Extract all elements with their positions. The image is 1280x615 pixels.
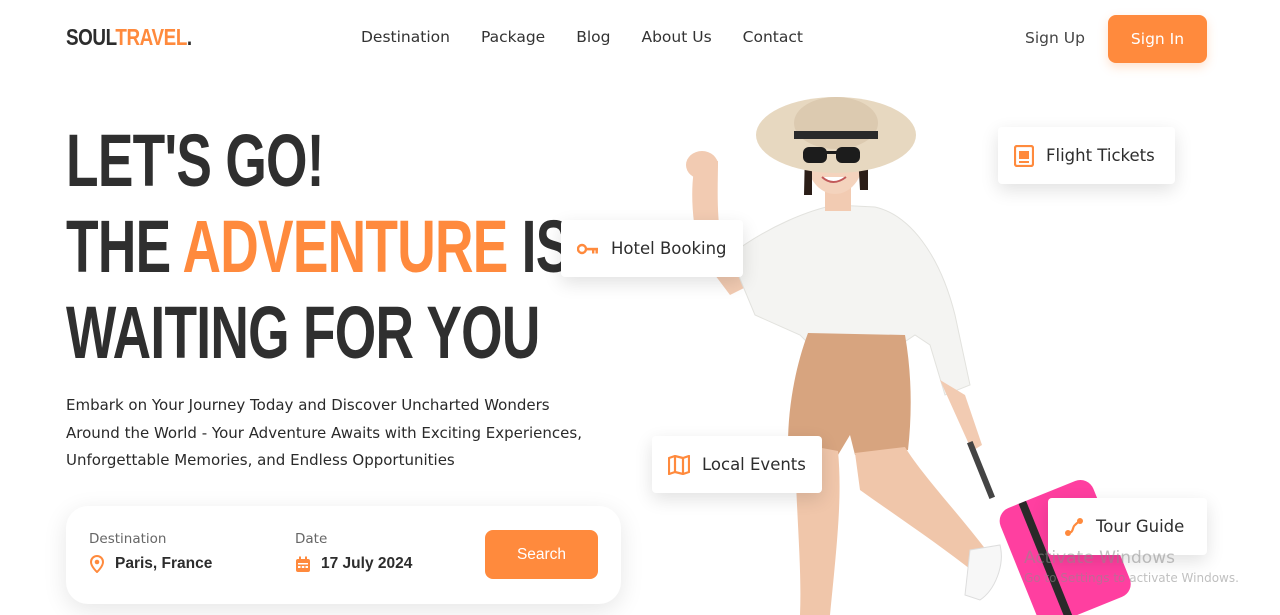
map-icon [668, 454, 690, 475]
flight-tickets-label: Flight Tickets [1046, 146, 1155, 165]
destination-label: Destination [89, 531, 167, 547]
nav-blog[interactable]: Blog [576, 28, 610, 46]
search-button[interactable]: Search [485, 530, 598, 579]
brand-logo-part2: TRAVEL [115, 24, 187, 50]
brand-logo[interactable]: SOULTRAVEL. [66, 24, 192, 51]
nav-package[interactable]: Package [481, 28, 545, 46]
activate-windows-watermark: Activate Windows Go to Settings to activ… [1024, 548, 1239, 585]
description-line-1: Embark on Your Journey Today and Discove… [66, 396, 550, 414]
hotel-booking-label: Hotel Booking [611, 239, 727, 258]
nav-about-us[interactable]: About Us [641, 28, 711, 46]
hero-line-3: WAITING FOR YOU [66, 291, 540, 374]
sign-up-link[interactable]: Sign Up [1025, 29, 1085, 47]
hero-description: Embark on Your Journey Today and Discove… [66, 392, 626, 475]
search-card: Destination Paris, France Date 17 July 2… [66, 506, 621, 604]
destination-value: Paris, France [115, 555, 213, 572]
route-icon [1065, 517, 1083, 536]
brand-logo-dot: . [186, 24, 192, 50]
local-events-badge[interactable]: Local Events [652, 436, 822, 493]
brand-logo-part1: SOUL [66, 24, 116, 50]
destination-field[interactable]: Destination Paris, France [89, 531, 212, 573]
sign-in-button[interactable]: Sign In [1108, 15, 1207, 63]
watermark-title: Activate Windows [1024, 548, 1175, 568]
watermark-sub: Go to Settings to activate Windows. [1024, 571, 1239, 585]
hero-highlight: ADVENTURE [182, 205, 509, 288]
date-value: 17 July 2024 [321, 555, 413, 572]
flight-tickets-badge[interactable]: Flight Tickets [998, 127, 1175, 184]
date-label: Date [295, 531, 328, 547]
hero-line-1: LET'S GO! [66, 119, 325, 202]
tour-guide-label: Tour Guide [1096, 517, 1185, 536]
description-line-3: Unforgettable Memories, and Endless Oppo… [66, 451, 455, 469]
tour-guide-badge[interactable]: Tour Guide [1048, 498, 1207, 555]
main-nav: Destination Package Blog About Us Contac… [361, 28, 834, 46]
description-line-2: Around the World - Your Adventure Awaits… [66, 423, 582, 442]
key-icon [577, 243, 598, 254]
date-field[interactable]: Date 17 July 2024 [295, 531, 412, 573]
hero-line-2-a: THE [66, 205, 183, 288]
ticket-icon [1014, 144, 1034, 167]
nav-destination[interactable]: Destination [361, 28, 450, 46]
local-events-label: Local Events [702, 455, 806, 474]
calendar-icon [296, 556, 310, 572]
hero-line-2: THE ADVENTURE IS [66, 204, 571, 290]
nav-contact[interactable]: Contact [743, 28, 803, 46]
hotel-booking-badge[interactable]: Hotel Booking [561, 220, 743, 277]
location-pin-icon [89, 555, 105, 573]
